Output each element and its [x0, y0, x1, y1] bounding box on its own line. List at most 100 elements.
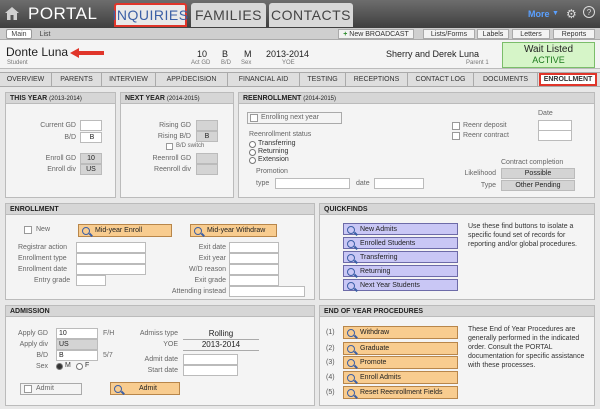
letters-button[interactable]: Letters	[512, 29, 550, 39]
new-checkbox[interactable]	[24, 226, 32, 234]
admission-bd-label: B/D	[36, 352, 48, 359]
subtab-list[interactable]: List	[34, 29, 56, 39]
nav-receptions[interactable]: RECEPTIONS	[346, 73, 408, 86]
sex-m-label: M	[65, 362, 71, 369]
admit-date-field[interactable]	[183, 354, 238, 365]
rising-bd-label: Rising B/D	[157, 133, 191, 140]
enrollment-date-field[interactable]	[76, 264, 146, 275]
withdraw-button[interactable]: Withdraw	[343, 326, 458, 339]
nav-documents[interactable]: DOCUMENTS	[474, 73, 538, 86]
nav-overview[interactable]: OVERVIEW	[0, 73, 52, 86]
sex-label: Sex	[241, 60, 252, 66]
search-icon	[82, 227, 90, 235]
nav-testing[interactable]: TESTING	[300, 73, 346, 86]
new-broadcast-label: New BROADCAST	[349, 30, 409, 38]
admiss-type-value[interactable]: Rolling	[183, 329, 259, 338]
nav-interview[interactable]: INTERVIEW	[102, 73, 156, 86]
reenr-deposit-checkbox[interactable]	[452, 122, 460, 130]
radio-returning[interactable]	[249, 149, 256, 156]
registrar-action-field[interactable]	[76, 242, 146, 253]
exit-grade-field[interactable]	[229, 275, 279, 286]
nav-contact-log[interactable]: CONTACT LOG	[408, 73, 474, 86]
reset-reenrollment-button[interactable]: Reset Reenrollment Fields	[343, 386, 458, 399]
promotion-type-field[interactable]	[275, 178, 350, 189]
lists-forms-button[interactable]: Lists/Forms	[423, 29, 475, 39]
tab-inquiries[interactable]: INQUIRIES	[112, 3, 188, 27]
admission-yoe-value[interactable]: 2013-2014	[183, 340, 259, 349]
radio-sex-m[interactable]	[56, 363, 63, 370]
type-field[interactable]: Other Pending	[501, 180, 575, 191]
bd-field[interactable]: B	[80, 132, 102, 143]
attending-instead-field[interactable]	[229, 286, 305, 297]
enrollment-header: ENROLLMENT	[6, 204, 314, 215]
home-icon[interactable]	[0, 0, 24, 28]
promote-label: Promote	[360, 359, 387, 366]
new-broadcast-button[interactable]: + New BROADCAST	[338, 29, 414, 39]
enrolling-next-year-checkbox[interactable]: Enrolling next year	[247, 112, 342, 124]
search-icon	[347, 359, 355, 367]
quickfind-transferring[interactable]: Transferring	[343, 251, 458, 263]
reset-reenrollment-label: Reset Reenrollment Fields	[360, 389, 443, 396]
reenr-contract-checkbox[interactable]	[452, 132, 460, 140]
act-gd-value: 10	[197, 49, 208, 59]
quickfind-new-admits[interactable]: New Admits	[343, 223, 458, 235]
quickfind-next-year-students[interactable]: Next Year Students	[343, 279, 458, 291]
admission-bd-field[interactable]: B	[56, 350, 98, 361]
reenrollment-status-label: Reenrollment status	[249, 131, 312, 138]
search-icon	[347, 345, 355, 353]
mid-year-enroll-button[interactable]: Mid-year Enroll	[78, 224, 172, 237]
mid-year-withdraw-label: Mid-year Withdraw	[207, 227, 266, 234]
gear-icon[interactable]: ⚙	[566, 7, 577, 21]
reenrollment-header: REENROLLMENT (2014-2015)	[239, 93, 594, 104]
admit-button[interactable]: Admit	[110, 382, 180, 395]
start-date-field[interactable]	[183, 365, 238, 376]
reenr-contract-date[interactable]	[538, 130, 572, 141]
next-year-header: NEXT YEAR (2014-2015)	[121, 93, 233, 104]
reports-button[interactable]: Reports	[553, 29, 595, 39]
admission-header: ADMISSION	[6, 306, 314, 317]
enrollment-type-field[interactable]	[76, 253, 146, 264]
admission-sex-label: Sex	[35, 363, 48, 370]
nav-app-decision[interactable]: APP/DECISION	[156, 73, 228, 86]
more-menu[interactable]: More	[528, 9, 550, 19]
promotion-date-label: date	[356, 180, 370, 187]
promotion-date-field[interactable]	[374, 178, 424, 189]
step-number: (5)	[326, 389, 335, 396]
nav-financial-aid[interactable]: FINANCIAL AID	[228, 73, 300, 86]
admission-yoe-label: YOE	[163, 341, 178, 348]
bd-switch-checkbox[interactable]	[166, 143, 173, 150]
eoy-description: These End of Year Procedures are general…	[468, 326, 585, 369]
likelihood-field[interactable]: Possible	[501, 168, 575, 179]
tab-contacts[interactable]: CONTACTS	[269, 3, 353, 27]
exit-date-field[interactable]	[229, 242, 279, 253]
mid-year-withdraw-button[interactable]: Mid-year Withdraw	[190, 224, 277, 237]
admiss-type-label: Admiss type	[139, 330, 178, 337]
current-gd-field[interactable]	[80, 120, 102, 131]
rising-gd-label: Rising GD	[159, 122, 191, 129]
admit-checkbox[interactable]: Admit	[20, 383, 82, 395]
enroll-admits-button[interactable]: Enroll Admits	[343, 371, 458, 384]
quickfind-label: Returning	[360, 268, 391, 275]
subtab-main[interactable]: Main	[6, 29, 32, 39]
status-badge[interactable]: Wait Listed ACTIVE	[502, 42, 595, 68]
quickfind-returning[interactable]: Returning	[343, 265, 458, 277]
quickfind-enrolled-students[interactable]: Enrolled Students	[343, 237, 458, 249]
radio-transferring[interactable]	[249, 141, 256, 148]
chevron-down-icon[interactable]: ▼	[552, 10, 559, 17]
nav-parents[interactable]: PARENTS	[52, 73, 102, 86]
quickfinds-description: Use these find buttons to isolate a spec…	[468, 223, 577, 248]
nav-enrollment[interactable]: ENROLLMENT	[539, 73, 597, 86]
parent-name: Sherry and Derek Luna	[386, 49, 480, 59]
help-icon[interactable]: ?	[583, 6, 595, 18]
radio-sex-f[interactable]	[76, 363, 83, 370]
exit-year-field[interactable]	[229, 253, 279, 264]
labels-button[interactable]: Labels	[477, 29, 509, 39]
wd-reason-field[interactable]	[229, 264, 279, 275]
tab-families[interactable]: FAMILIES	[191, 3, 266, 27]
apply-gd-field[interactable]: 10	[56, 328, 98, 339]
entry-grade-field[interactable]	[76, 275, 106, 286]
promote-button[interactable]: Promote	[343, 356, 458, 369]
graduate-button[interactable]: Graduate	[343, 342, 458, 355]
radio-extension[interactable]	[249, 157, 256, 164]
search-icon	[347, 226, 355, 234]
